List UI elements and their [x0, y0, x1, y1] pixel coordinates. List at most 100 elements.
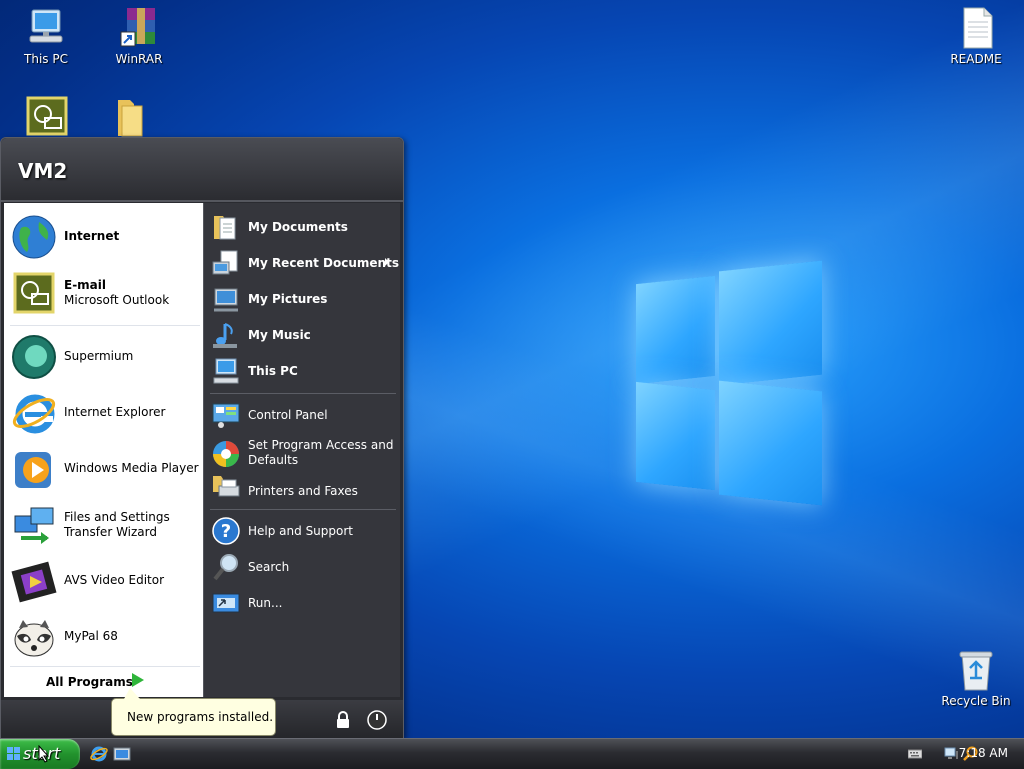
- recycle-bin-icon: [954, 648, 998, 692]
- desktop-icon-winrar[interactable]: WinRAR: [101, 6, 177, 66]
- taskbar: start 7:18 AM: [0, 738, 1024, 769]
- start-item-label: Internet: [64, 229, 120, 243]
- start-item-label: Internet Explorer: [64, 405, 166, 419]
- separator: [10, 666, 200, 667]
- network-icon[interactable]: [944, 747, 960, 764]
- start-item-label: Supermium: [64, 349, 134, 363]
- places-item-my-music[interactable]: My Music: [204, 317, 400, 351]
- printer-icon: [211, 472, 241, 502]
- desktop-icon: [113, 747, 131, 761]
- balloon-tail: [124, 688, 140, 699]
- documents-folder-icon: [211, 212, 241, 242]
- control-panel-icon: [211, 400, 241, 430]
- desktop-icon-this-pc[interactable]: This PC: [8, 6, 84, 66]
- places-item-this-pc[interactable]: This PC: [204, 353, 400, 387]
- windows-flag-icon: [7, 747, 20, 760]
- outlook-icon: [25, 96, 69, 140]
- places-item-my-documents[interactable]: My Documents: [204, 209, 400, 243]
- desktop-icon-label: This PC: [24, 52, 68, 66]
- svg-text:?: ?: [221, 521, 231, 542]
- submenu-arrow-icon: [385, 258, 389, 266]
- places-item-label: My Music: [248, 328, 311, 342]
- start-item-mypal[interactable]: MyPal 68: [4, 611, 203, 661]
- places-item-my-pictures[interactable]: My Pictures: [204, 281, 400, 315]
- computer-icon: [211, 356, 241, 386]
- start-item-label-line2: Transfer Wizard: [64, 525, 157, 539]
- power-button[interactable]: [367, 710, 387, 730]
- lock-icon: [337, 711, 349, 728]
- quicklaunch-show-desktop[interactable]: [113, 745, 131, 763]
- places-item-label: Set Program Access and: [248, 438, 394, 452]
- start-item-files-settings-transfer[interactable]: Files and Settings Transfer Wizard: [4, 499, 203, 549]
- places-item-search[interactable]: Search: [204, 549, 400, 583]
- places-item-label: Run...: [248, 596, 283, 610]
- start-item-internet-explorer[interactable]: Internet Explorer: [4, 387, 203, 437]
- help-icon: ?: [211, 516, 241, 546]
- start-item-label: E-mail: [64, 278, 107, 292]
- start-menu-header: VM2: [1, 138, 403, 202]
- start-item-label: Files and Settings: [64, 510, 170, 524]
- notification-balloon[interactable]: New programs installed.: [111, 688, 276, 736]
- start-item-label: AVS Video Editor: [64, 573, 165, 587]
- mouse-cursor-icon: [38, 744, 50, 766]
- arrow-right-icon: [132, 673, 144, 687]
- start-item-email[interactable]: E-mail Microsoft Outlook: [4, 267, 203, 317]
- system-tray: 7:18 AM: [874, 739, 1024, 769]
- power-icon: [367, 710, 387, 730]
- places-item-label: My Documents: [248, 220, 348, 234]
- start-item-windows-media-player[interactable]: Windows Media Player: [4, 443, 203, 493]
- folder-icon: [112, 94, 156, 138]
- computer-icon: [24, 6, 68, 50]
- text-document-icon: [954, 6, 998, 50]
- places-item-help-and-support[interactable]: ? Help and Support: [204, 513, 400, 547]
- internet-explorer-icon: [90, 746, 108, 762]
- desktop-icon-readme[interactable]: README: [938, 6, 1014, 66]
- transfer-wizard-icon: [11, 502, 57, 548]
- separator: [10, 325, 200, 326]
- all-programs-button[interactable]: All Programs: [4, 669, 203, 695]
- media-player-icon: [11, 446, 57, 492]
- internet-explorer-icon: [11, 390, 57, 436]
- all-programs-label: All Programs: [46, 675, 133, 689]
- desktop-icon-folder[interactable]: [112, 94, 156, 140]
- places-item-printers-and-faxes[interactable]: Printers and Faxes: [204, 469, 400, 503]
- start-item-label: MyPal 68: [64, 629, 118, 643]
- start-item-supermium[interactable]: Supermium: [4, 331, 203, 381]
- start-item-internet[interactable]: Internet: [4, 211, 203, 261]
- user-name: VM2: [18, 159, 68, 183]
- lock-button[interactable]: [333, 710, 353, 730]
- music-note-icon: [211, 320, 241, 350]
- recent-documents-icon: [211, 248, 241, 278]
- places-item-run[interactable]: Run...: [204, 585, 400, 619]
- start-menu-pinned-list: Internet E-mail Microsoft Outlook Superm…: [4, 203, 203, 697]
- balloon-text: New programs installed.: [127, 710, 274, 724]
- pictures-icon: [211, 284, 241, 314]
- separator: [210, 393, 396, 394]
- keyboard-icon[interactable]: [907, 748, 923, 763]
- clock[interactable]: 7:18 AM: [959, 746, 1008, 760]
- winrar-icon: [117, 6, 161, 50]
- places-item-label: My Pictures: [248, 292, 328, 306]
- desktop-icon-label: Recycle Bin: [941, 694, 1011, 708]
- quicklaunch-internet-explorer[interactable]: [90, 745, 108, 763]
- places-item-label: Help and Support: [248, 524, 353, 538]
- places-item-label: This PC: [248, 364, 298, 378]
- places-item-control-panel[interactable]: Control Panel: [204, 397, 400, 431]
- start-menu-places-list: My Documents My Recent Documents My Pict…: [203, 203, 400, 697]
- start-item-sublabel: Microsoft Outlook: [64, 293, 170, 307]
- outlook-icon: [11, 270, 57, 316]
- places-item-label: My Recent Documents: [248, 256, 399, 270]
- raccoon-icon: [11, 614, 57, 660]
- wallpaper-windows-logo: [636, 258, 824, 510]
- globe-icon: [11, 214, 57, 260]
- start-menu: VM2 Internet E-mail Microsoft Outlook Su…: [0, 137, 404, 738]
- places-item-label: Printers and Faxes: [248, 484, 358, 498]
- desktop-icon-recycle-bin[interactable]: Recycle Bin: [938, 648, 1014, 708]
- search-icon: [211, 552, 241, 582]
- places-item-my-recent-documents[interactable]: My Recent Documents: [204, 245, 400, 279]
- start-item-avs-video-editor[interactable]: AVS Video Editor: [4, 555, 203, 605]
- start-item-label: Windows Media Player: [64, 461, 199, 475]
- desktop-icon-outlook[interactable]: [25, 96, 69, 142]
- program-access-icon: [211, 439, 241, 469]
- places-item-set-program-access[interactable]: Set Program Access and Defaults: [204, 433, 400, 473]
